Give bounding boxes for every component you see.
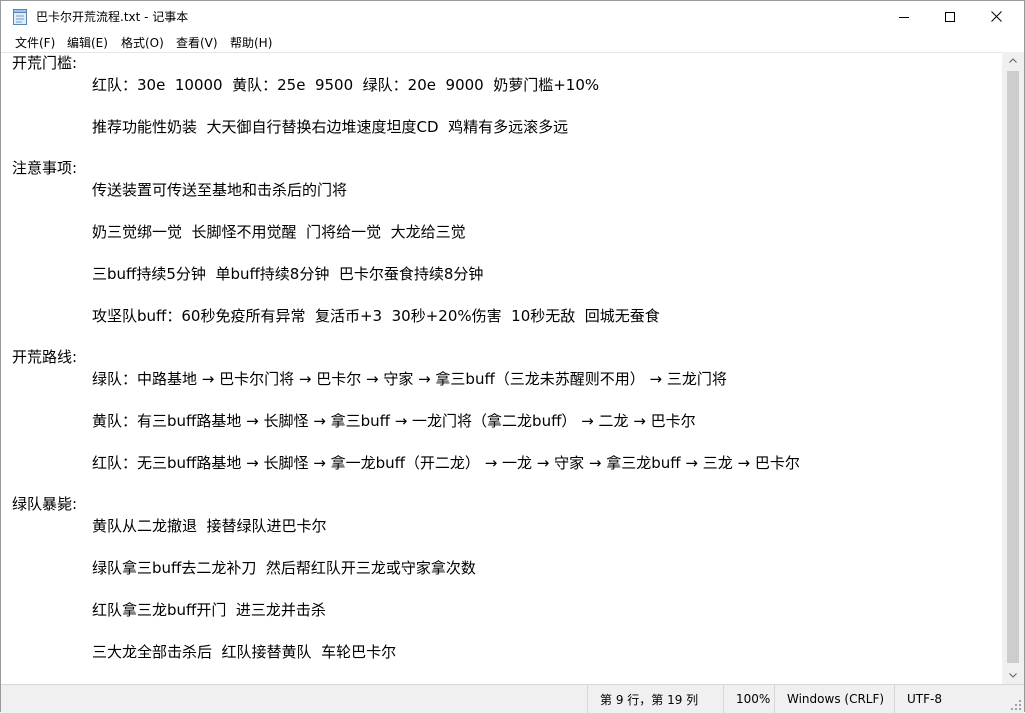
text-line: 红队拿三龙buff开门 进三龙并击杀 bbox=[92, 601, 326, 619]
encoding: UTF-8 bbox=[894, 685, 1004, 713]
text-line: 红队：无三buff路基地 → 长脚怪 → 拿一龙buff（开二龙） → 一龙 →… bbox=[92, 454, 800, 472]
close-button[interactable] bbox=[973, 1, 1019, 32]
text-line: 黄队：有三buff路基地 → 长脚怪 → 拿三buff → 一龙门将（拿二龙bu… bbox=[92, 412, 696, 430]
scroll-thumb[interactable] bbox=[1007, 71, 1019, 663]
text-line: 绿队拿三buff去二龙补刀 然后帮红队开三龙或守家拿次数 bbox=[92, 559, 476, 577]
line-ending: Windows (CRLF) bbox=[774, 685, 894, 713]
chevron-up-icon bbox=[1009, 58, 1017, 63]
notepad-window: 巴卡尔开荒流程.txt - 记事本 文件(F) 编辑(E) 格式(O) 查看(V… bbox=[0, 0, 1025, 713]
text-line: 推荐功能性奶装 大天御自行替换右边堆速度坦度CD 鸡精有多远滚多远 bbox=[92, 118, 569, 136]
text-line: 黄队从二龙撤退 接替绿队进巴卡尔 bbox=[92, 517, 327, 535]
window-title: 巴卡尔开荒流程.txt - 记事本 bbox=[36, 10, 189, 24]
notepad-icon bbox=[13, 9, 27, 25]
section-heading: 开荒路线: bbox=[12, 348, 78, 366]
menu-view[interactable]: 查看(V) bbox=[176, 34, 218, 51]
menu-file[interactable]: 文件(F) bbox=[15, 34, 55, 51]
text-line: 传送装置可传送至基地和击杀后的门将 bbox=[92, 181, 348, 199]
status-bar: 第 9 行，第 19 列 100% Windows (CRLF) UTF-8 bbox=[1, 684, 1024, 713]
section-heading: 注意事项: bbox=[12, 159, 78, 177]
resize-grip-icon[interactable] bbox=[1010, 699, 1022, 711]
text-editor[interactable]: 开荒门槛: 红队：30e 10000 黄队：25e 9500 绿队：20e 90… bbox=[1, 52, 1002, 685]
chevron-down-icon bbox=[1009, 673, 1017, 678]
minimize-icon bbox=[899, 16, 909, 18]
title-bar[interactable]: 巴卡尔开荒流程.txt - 记事本 bbox=[1, 1, 1024, 32]
text-line: 绿队：中路基地 → 巴卡尔门将 → 巴卡尔 → 守家 → 拿三buff（三龙未苏… bbox=[92, 370, 727, 388]
text-line: 攻坚队buff：60秒免疫所有异常 复活币+3 30秒+20%伤害 10秒无敌 … bbox=[92, 307, 660, 325]
text-line: 三大龙全部击杀后 红队接替黄队 车轮巴卡尔 bbox=[92, 643, 397, 661]
close-icon bbox=[990, 11, 1002, 22]
minimize-button[interactable] bbox=[881, 1, 927, 32]
section-heading: 绿队暴毙: bbox=[12, 495, 78, 513]
maximize-button[interactable] bbox=[927, 1, 973, 32]
text-line: 三buff持续5分钟 单buff持续8分钟 巴卡尔蚕食持续8分钟 bbox=[92, 265, 484, 283]
menu-bar: 文件(F) 编辑(E) 格式(O) 查看(V) 帮助(H) bbox=[1, 32, 1024, 52]
vertical-scrollbar[interactable] bbox=[1002, 52, 1024, 684]
maximize-icon bbox=[945, 11, 955, 22]
zoom-level: 100% bbox=[723, 685, 774, 713]
menu-format[interactable]: 格式(O) bbox=[121, 34, 164, 51]
cursor-position: 第 9 行，第 19 列 bbox=[587, 685, 723, 713]
menu-edit[interactable]: 编辑(E) bbox=[67, 34, 108, 51]
section-heading: 开荒门槛: bbox=[12, 54, 78, 72]
scroll-up-button[interactable] bbox=[1002, 52, 1024, 69]
scroll-down-button[interactable] bbox=[1002, 667, 1024, 684]
menu-help[interactable]: 帮助(H) bbox=[230, 34, 272, 51]
text-line: 红队：30e 10000 黄队：25e 9500 绿队：20e 9000 奶萝门… bbox=[92, 76, 600, 94]
text-line: 奶三觉绑一觉 长脚怪不用觉醒 门将给一觉 大龙给三觉 bbox=[92, 223, 466, 241]
